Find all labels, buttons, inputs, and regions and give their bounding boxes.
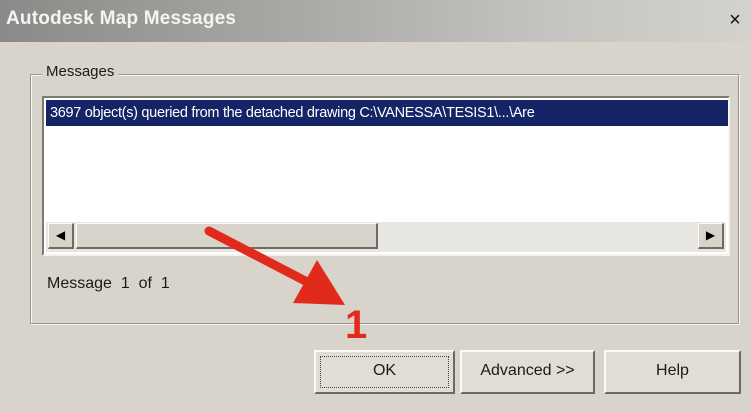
left-arrow-icon[interactable]: ◀: [48, 223, 74, 249]
messages-listbox[interactable]: 3697 object(s) queried from the detached…: [42, 96, 730, 256]
right-arrow-icon[interactable]: ▶: [698, 223, 724, 249]
help-button[interactable]: Help: [604, 350, 741, 394]
close-icon[interactable]: ×: [724, 9, 746, 31]
messages-group-label: Messages: [42, 63, 119, 80]
message-counter: Message 1 of 1: [47, 275, 170, 292]
list-item[interactable]: 3697 object(s) queried from the detached…: [46, 100, 728, 126]
title-bar[interactable]: Autodesk Map Messages ×: [0, 0, 751, 42]
ok-button[interactable]: OK: [314, 350, 455, 394]
window-title: Autodesk Map Messages: [6, 8, 237, 29]
map-messages-dialog: Autodesk Map Messages × Messages 3697 ob…: [0, 0, 751, 412]
red-arrow-icon: [204, 226, 345, 305]
step-number: 1: [345, 303, 368, 347]
horizontal-scrollbar[interactable]: ◀ ▶: [46, 222, 726, 252]
advanced-button[interactable]: Advanced >>: [460, 350, 595, 394]
